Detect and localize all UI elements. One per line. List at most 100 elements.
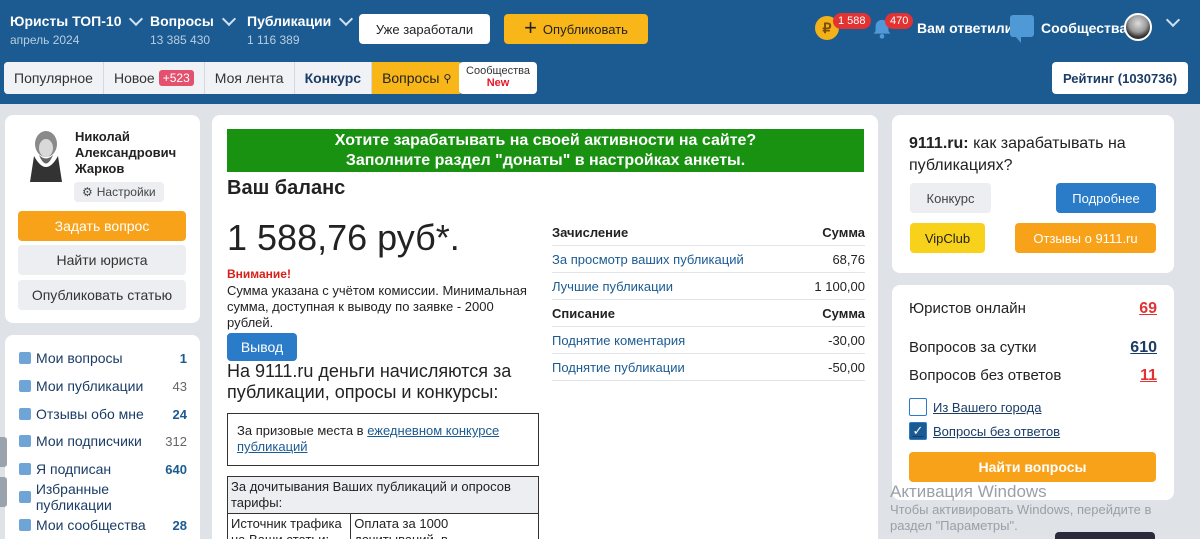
tab-new[interactable]: Новое +523 <box>103 62 205 94</box>
answered-link[interactable]: Вам ответили <box>917 20 1013 36</box>
sidebar-item-label: Мои подписчики <box>36 433 142 449</box>
nav-top10-title: Юристы ТОП-10 <box>10 13 122 29</box>
income-link-best[interactable]: Лучшие публикации <box>552 279 673 294</box>
outcome-header: Списание <box>552 305 615 321</box>
more-button[interactable]: Подробнее <box>1056 183 1156 213</box>
balance-amount: 1 588,76 руб*. <box>227 217 460 258</box>
stat-value[interactable]: 69 <box>1139 300 1157 318</box>
watermark-line2: Чтобы активировать Windows, перейдите в <box>890 502 1152 517</box>
sidebar-item-subscribed[interactable]: Я подписан 640 <box>19 459 187 479</box>
income-value: 68,76 <box>832 251 865 267</box>
stat-value[interactable]: 610 <box>1130 339 1157 357</box>
sidebar-item-subscribers[interactable]: Мои подписчики 312 <box>19 431 187 451</box>
floating-button[interactable] <box>1055 532 1155 539</box>
reviews-button[interactable]: Отзывы о 9111.ru <box>1015 223 1156 253</box>
tariff-table: За дочитывания Ваших публикаций и опросо… <box>227 476 539 539</box>
settings-label: Настройки <box>96 185 156 199</box>
from-city-checkbox[interactable]: Из Вашего города <box>909 398 1041 416</box>
promo-title: 9111.ru: как зарабатывать на публикациях… <box>909 133 1159 177</box>
publish-label: Опубликовать <box>542 21 628 37</box>
nav-publications-sub: 1 116 389 <box>247 33 300 47</box>
commission-note: Сумма указана с учётом комиссии. Минимал… <box>227 283 527 330</box>
sidebar-item-label: Мои вопросы <box>36 350 123 366</box>
income-header: Зачисление <box>552 224 629 240</box>
outcome-value: -30,00 <box>828 332 865 348</box>
balance-badge: 1 588 <box>833 13 871 29</box>
watermark-title: Активация Windows <box>890 482 1047 501</box>
new-label: New <box>486 77 510 89</box>
favorites-icon <box>19 491 31 503</box>
windows-activation-watermark: Активация Windows Чтобы активировать Win… <box>890 482 1151 534</box>
sidebar-item-reviews[interactable]: Отзывы обо мне 24 <box>19 404 187 424</box>
withdraw-button[interactable]: Вывод <box>227 333 297 361</box>
feed-tabs: Популярное Новое +523 Моя лента Конкурс … <box>4 62 463 94</box>
sidebar-item-count: 43 <box>172 378 187 394</box>
banner-line1: Хотите зарабатывать на своей активности … <box>334 132 757 149</box>
notifications-badge: 470 <box>885 13 914 29</box>
reviews-icon <box>19 408 31 420</box>
nav-top10-sub: апрель 2024 <box>10 33 80 47</box>
nav-questions[interactable]: Вопросы 13 385 430 <box>150 11 236 47</box>
sidebar-item-label: Избранные публикации <box>35 481 112 513</box>
tab-communities[interactable]: Сообщества New <box>459 62 537 94</box>
tab-my-feed[interactable]: Моя лента <box>204 62 295 94</box>
sidebar-item-count: 24 <box>172 406 187 422</box>
tab-questions[interactable]: Вопросы ⚲ <box>372 62 463 94</box>
communities-icon <box>19 519 31 531</box>
sidebar-item-count: 640 <box>165 461 187 477</box>
publications-icon <box>19 380 31 392</box>
gear-icon: ⚙ <box>82 185 93 199</box>
checkmark-icon: ✓ <box>909 422 927 440</box>
chevron-down-icon <box>129 11 144 26</box>
outcome-link-publication[interactable]: Поднятие публикации <box>552 360 685 375</box>
contest-button[interactable]: Конкурс <box>910 183 991 213</box>
new-count-badge: +523 <box>158 70 194 86</box>
outcome-link-comment[interactable]: Поднятие коментария <box>552 333 685 348</box>
table-row: Лучшие публикации 1 100,00 <box>552 273 865 300</box>
edge-dislike-tab[interactable] <box>0 477 7 507</box>
earned-button[interactable]: Уже заработали <box>359 14 490 44</box>
income-link-views[interactable]: За просмотр ваших публикаций <box>552 252 744 267</box>
profile-avatar[interactable] <box>24 128 68 182</box>
sidebar-item-my-publications[interactable]: Мои публикации 43 <box>19 376 187 396</box>
stat-value[interactable]: 11 <box>1140 367 1157 385</box>
sidebar-item-communities[interactable]: Мои сообщества 28 <box>19 515 187 535</box>
unanswered-checkbox[interactable]: ✓ Вопросы без ответов <box>909 422 1060 440</box>
settings-button[interactable]: ⚙ Настройки <box>74 182 164 202</box>
search-icon: ⚲ <box>443 72 452 85</box>
sidebar-item-my-questions[interactable]: Мои вопросы 1 <box>19 348 187 368</box>
sidebar-item-label: Мои публикации <box>36 378 144 394</box>
page-title: Ваш баланс <box>227 177 346 199</box>
sidebar-item-favorites[interactable]: Избранные публикации <box>19 481 187 513</box>
sidebar-item-label: Я подписан <box>36 461 112 477</box>
communities-link[interactable]: Сообщества <box>1041 20 1127 36</box>
chevron-down-icon <box>221 11 236 26</box>
profile-name[interactable]: Николай Александрович Жарков <box>75 129 185 177</box>
nav-publications[interactable]: Публикации 1 116 389 <box>247 11 354 47</box>
question-icon <box>19 352 31 364</box>
vipclub-button[interactable]: VipClub <box>910 223 985 253</box>
sidebar-item-label: Отзывы обо мне <box>36 406 144 422</box>
subscribed-icon <box>19 463 31 475</box>
find-lawyer-button[interactable]: Найти юриста <box>18 245 186 275</box>
user-avatar[interactable] <box>1124 13 1152 41</box>
warning-label: Внимание! <box>227 267 291 281</box>
plus-icon: + <box>524 15 537 40</box>
nav-top10[interactable]: Юристы ТОП-10 апрель 2024 <box>10 11 144 47</box>
tab-new-label: Новое <box>113 70 155 86</box>
edge-like-tab[interactable] <box>0 437 7 467</box>
ask-question-button[interactable]: Задать вопрос <box>18 211 186 241</box>
publish-article-button[interactable]: Опубликовать статью <box>18 280 186 310</box>
message-icon[interactable] <box>1010 15 1034 43</box>
donations-banner[interactable]: Хотите зарабатывать на своей активности … <box>227 129 864 172</box>
rating-button[interactable]: Рейтинг (1030736) <box>1052 62 1188 94</box>
tab-contest[interactable]: Конкурс <box>294 62 373 94</box>
income-header-row: Зачисление Сумма <box>552 219 865 246</box>
tab-popular[interactable]: Популярное <box>4 62 104 94</box>
checkbox-icon <box>909 398 927 416</box>
operations-table: Зачисление Сумма За просмотр ваших публик… <box>552 219 865 381</box>
sidebar-item-count: 28 <box>172 517 187 533</box>
table-cell-payment: Оплата за 1000 дочитываний, в <box>354 516 449 539</box>
publish-button[interactable]: + Опубликовать <box>504 14 648 44</box>
find-questions-button[interactable]: Найти вопросы <box>909 452 1156 482</box>
